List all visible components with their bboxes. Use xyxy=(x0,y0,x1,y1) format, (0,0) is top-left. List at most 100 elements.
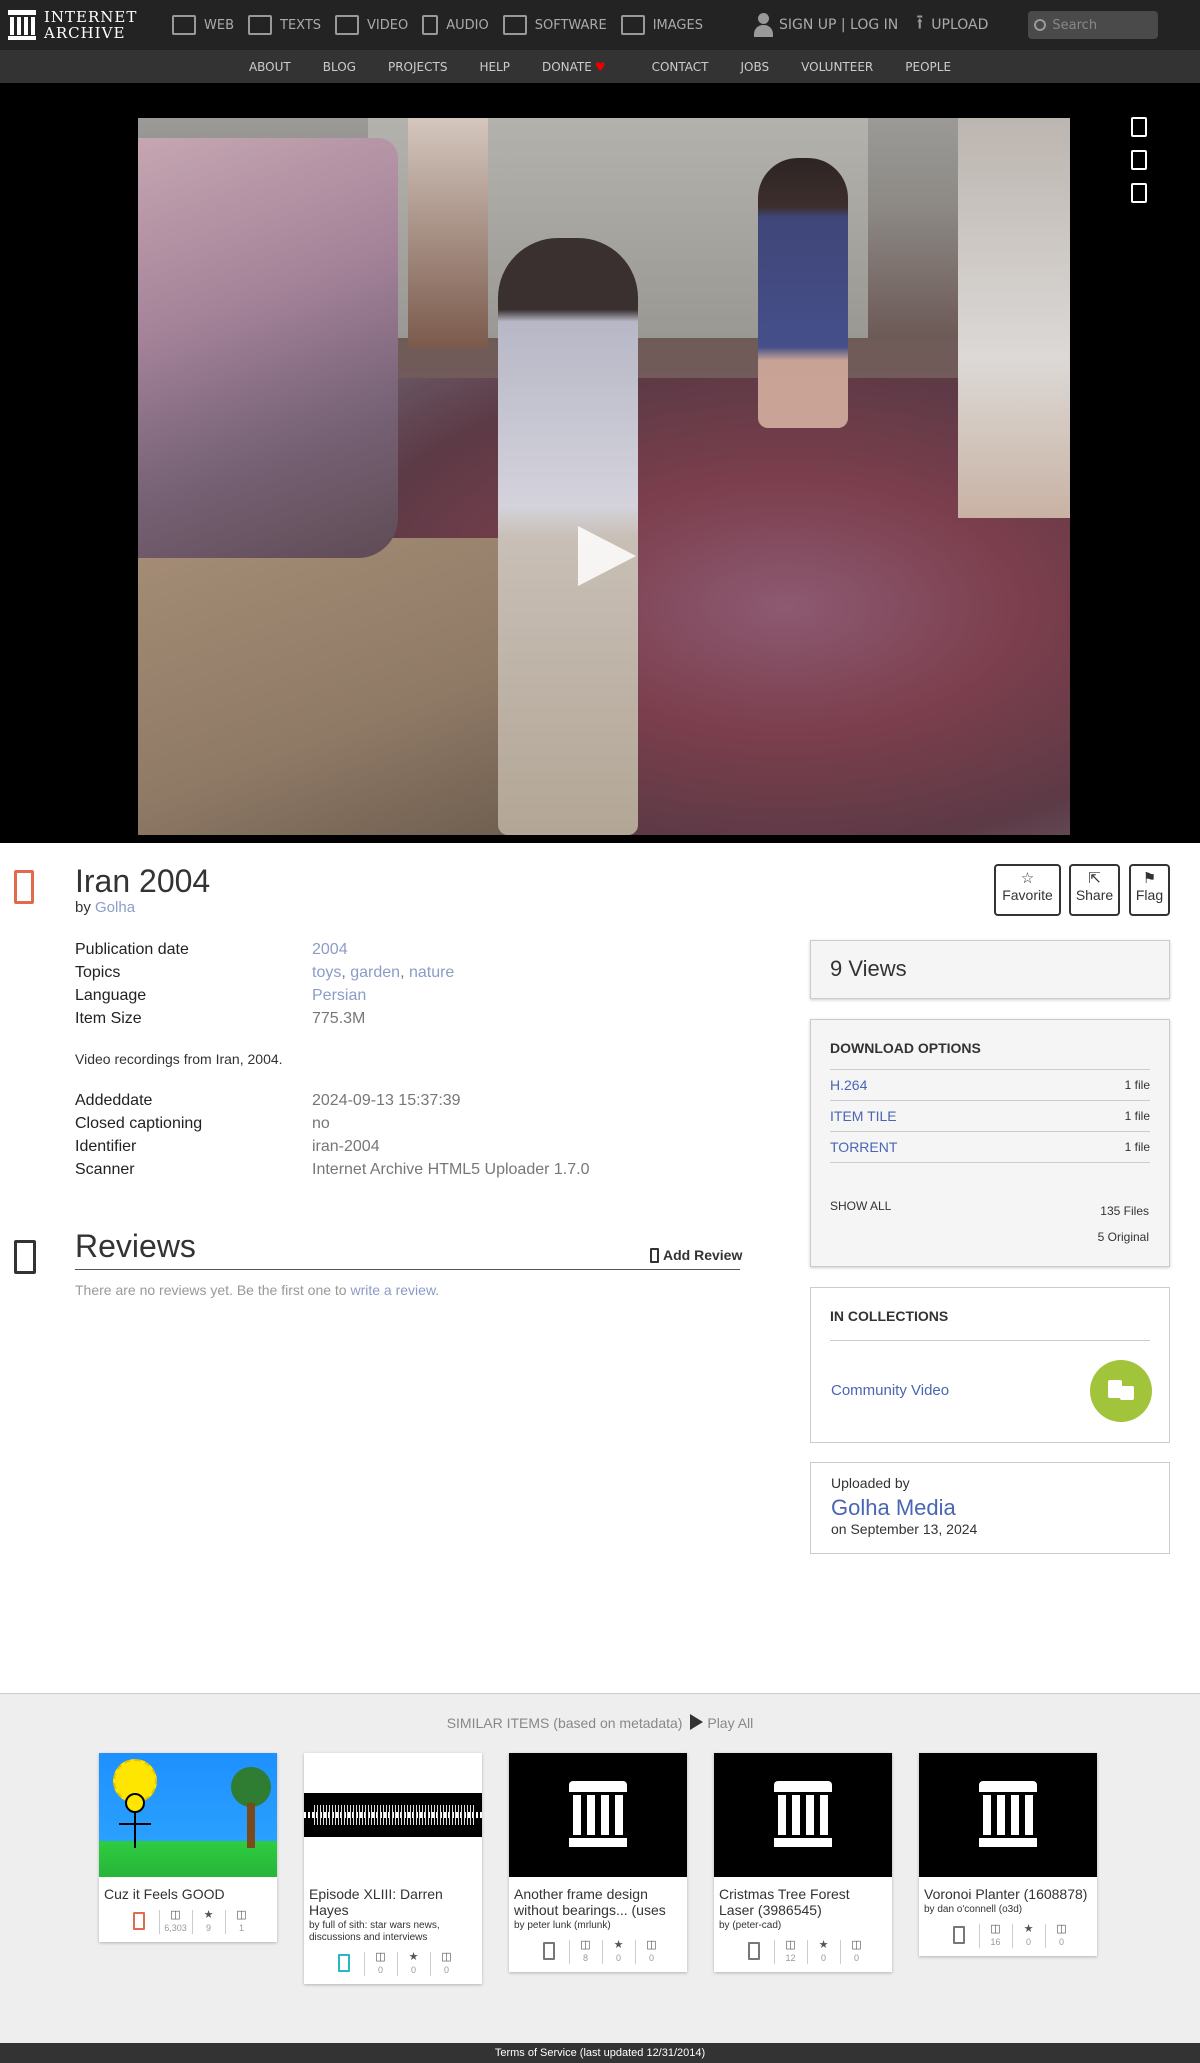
download-link[interactable]: ITEM TILE xyxy=(830,1108,897,1124)
meta-topics: Topics toys, garden, nature xyxy=(75,964,455,981)
meta-cc: Closed captioning no xyxy=(75,1115,330,1133)
subnav-donate[interactable]: DONATE ♥ xyxy=(542,60,606,74)
similar-item-card[interactable]: Cuz it Feels GOOD ◫ 6,303 ★ 9 ◫ 1 xyxy=(99,1753,277,1942)
nav-audio[interactable]: AUDIO xyxy=(422,0,489,50)
subnav-help[interactable]: HELP xyxy=(479,60,510,74)
search-box[interactable] xyxy=(1028,11,1159,39)
movies-icon xyxy=(132,1912,145,1930)
meta-value: 2024-09-13 15:37:39 xyxy=(312,1092,461,1109)
nav-web[interactable]: WEB xyxy=(172,0,234,50)
play-icon xyxy=(690,1714,704,1730)
nav-video[interactable]: VIDEO xyxy=(335,0,408,50)
subnav-blog[interactable]: BLOG xyxy=(323,60,356,74)
play-icon[interactable] xyxy=(578,526,636,586)
item-title: Episode XLIII: Darren Hayes xyxy=(309,1886,443,1918)
language-link[interactable]: Persian xyxy=(312,987,366,1004)
uploader-box: Uploaded by Golha Media on September 13,… xyxy=(810,1462,1170,1554)
terms-of-service-link[interactable]: Terms of Service (last updated 12/31/201… xyxy=(0,2043,1200,2063)
pubdate-link[interactable]: 2004 xyxy=(312,941,348,958)
item-title: Cuz it Feels GOOD xyxy=(104,1886,225,1902)
search-input[interactable] xyxy=(1052,17,1143,33)
playlist-icon[interactable] xyxy=(1131,183,1147,203)
share-button[interactable]: ⇱ Share xyxy=(1069,864,1120,916)
download-link[interactable]: TORRENT xyxy=(830,1139,897,1155)
similar-item-card[interactable]: Another frame design without bearings...… xyxy=(509,1753,687,1972)
subnav-jobs[interactable]: JOBS xyxy=(741,60,770,74)
views-count: 0 xyxy=(377,1965,383,1975)
video-frame xyxy=(138,118,1070,835)
topic-link[interactable]: garden xyxy=(350,964,400,981)
write-review-link[interactable]: write a review xyxy=(350,1282,435,1298)
upload-icon: ⭱ xyxy=(916,10,924,34)
similar-item-card[interactable]: Cristmas Tree Forest Laser (3986545) by … xyxy=(714,1753,892,1972)
reviews-count: 1 xyxy=(238,1923,244,1933)
reviews-count: 0 xyxy=(443,1965,449,1975)
similar-item-card[interactable]: Voronoi Planter (1608878) by dan o'conne… xyxy=(919,1753,1097,1956)
star-icon: ★ xyxy=(613,1939,624,1951)
item-stats: ◫ 8 ★ 0 ◫ 0 xyxy=(509,1932,687,1972)
meta-size: Item Size 775.3M xyxy=(75,1010,365,1028)
add-review-button[interactable]: Add Review xyxy=(650,1247,742,1263)
item-title: Another frame design without bearings...… xyxy=(514,1886,666,1918)
item-title: Voronoi Planter (1608878) xyxy=(924,1886,1088,1902)
item-creator: by full of sith: star wars news, discuss… xyxy=(309,1920,440,1943)
play-all-button[interactable]: Play All xyxy=(686,1714,753,1731)
item-creator: by peter lunk (mrlunk) xyxy=(514,1920,611,1931)
nav-software[interactable]: SOFTWARE xyxy=(502,0,607,50)
web-icon xyxy=(172,15,196,35)
top-nav: INTERNET ARCHIVE WEB TEXTS VIDEO AUDIO S… xyxy=(0,0,1200,50)
nav-texts[interactable]: TEXTS xyxy=(248,0,321,50)
subnav-volunteer[interactable]: VOLUNTEER xyxy=(801,60,873,74)
ia-logo[interactable]: INTERNET ARCHIVE xyxy=(8,9,158,41)
topic-link[interactable]: nature xyxy=(409,964,454,981)
subnav-people[interactable]: PEOPLE xyxy=(905,60,951,74)
signup-login-link[interactable]: SIGN UP | LOG IN xyxy=(753,13,898,37)
upload-link[interactable]: ⭱ UPLOAD xyxy=(916,8,988,42)
download-heading: DOWNLOAD OPTIONS xyxy=(830,1040,1150,1070)
by-prefix: by xyxy=(75,899,91,916)
data-icon xyxy=(542,1942,555,1960)
collection-link[interactable]: Community Video xyxy=(831,1382,949,1399)
video-player[interactable] xyxy=(0,83,1200,843)
favorites-count: 0 xyxy=(410,1965,416,1975)
total-files[interactable]: 135 Files xyxy=(1100,1204,1149,1218)
topic-link[interactable]: toys xyxy=(312,964,341,981)
subnav-about[interactable]: ABOUT xyxy=(249,60,291,74)
uploader-link[interactable]: Golha Media xyxy=(831,1495,1149,1521)
nav-images[interactable]: IMAGES xyxy=(620,0,703,50)
creator-link[interactable]: Golha xyxy=(95,899,135,916)
speaker-icon xyxy=(422,15,439,35)
similar-heading-text: SIMILAR ITEMS (based on metadata) xyxy=(446,1715,683,1731)
collections-heading: IN COLLECTIONS xyxy=(830,1308,1150,1341)
image-icon xyxy=(620,15,645,35)
favorites-count: 9 xyxy=(205,1923,211,1933)
download-options: DOWNLOAD OPTIONS H.264 1 file ITEM TILE … xyxy=(810,1019,1170,1267)
download-link[interactable]: H.264 xyxy=(830,1077,867,1093)
meta-scanner: Scanner Internet Archive HTML5 Uploader … xyxy=(75,1161,589,1179)
book-icon xyxy=(248,15,272,35)
item-title: Cristmas Tree Forest Laser (3986545) xyxy=(719,1886,850,1918)
similar-item-card[interactable]: Episode XLIII: Darren Hayes by full of s… xyxy=(304,1753,482,1984)
ia-logo-icon xyxy=(8,10,36,40)
ia-logo-icon xyxy=(774,1781,832,1847)
favorite-button[interactable]: ☆ Favorite xyxy=(994,864,1061,916)
subnav-contact[interactable]: CONTACT xyxy=(652,60,709,74)
star-icon: ★ xyxy=(408,1951,419,1963)
subnav-donate-label: DONATE xyxy=(541,59,592,74)
show-all-link[interactable]: SHOW ALL xyxy=(830,1199,891,1213)
subnav-projects[interactable]: PROJECTS xyxy=(388,60,447,74)
meta-key: Closed captioning xyxy=(75,1115,203,1132)
original-files[interactable]: 5 Original xyxy=(1098,1230,1149,1244)
film-icon xyxy=(335,15,360,35)
ia-logo-icon xyxy=(979,1781,1037,1847)
meta-addeddate: Addeddate 2024-09-13 15:37:39 xyxy=(75,1092,461,1110)
flag-button[interactable]: ⚑ Flag xyxy=(1129,864,1170,916)
community-video-icon[interactable] xyxy=(1090,1360,1152,1422)
playlist-icon[interactable] xyxy=(1131,150,1147,170)
similar-heading: SIMILAR ITEMS (based on metadata) Play A… xyxy=(0,1714,1200,1731)
comment-icon: ◫ xyxy=(441,1951,452,1963)
meta-key: Scanner xyxy=(75,1161,135,1178)
no-reviews-msg: There are no reviews yet. Be the first o… xyxy=(75,1282,347,1298)
download-row: ITEM TILE 1 file xyxy=(830,1101,1150,1132)
playlist-icon[interactable] xyxy=(1131,117,1147,137)
